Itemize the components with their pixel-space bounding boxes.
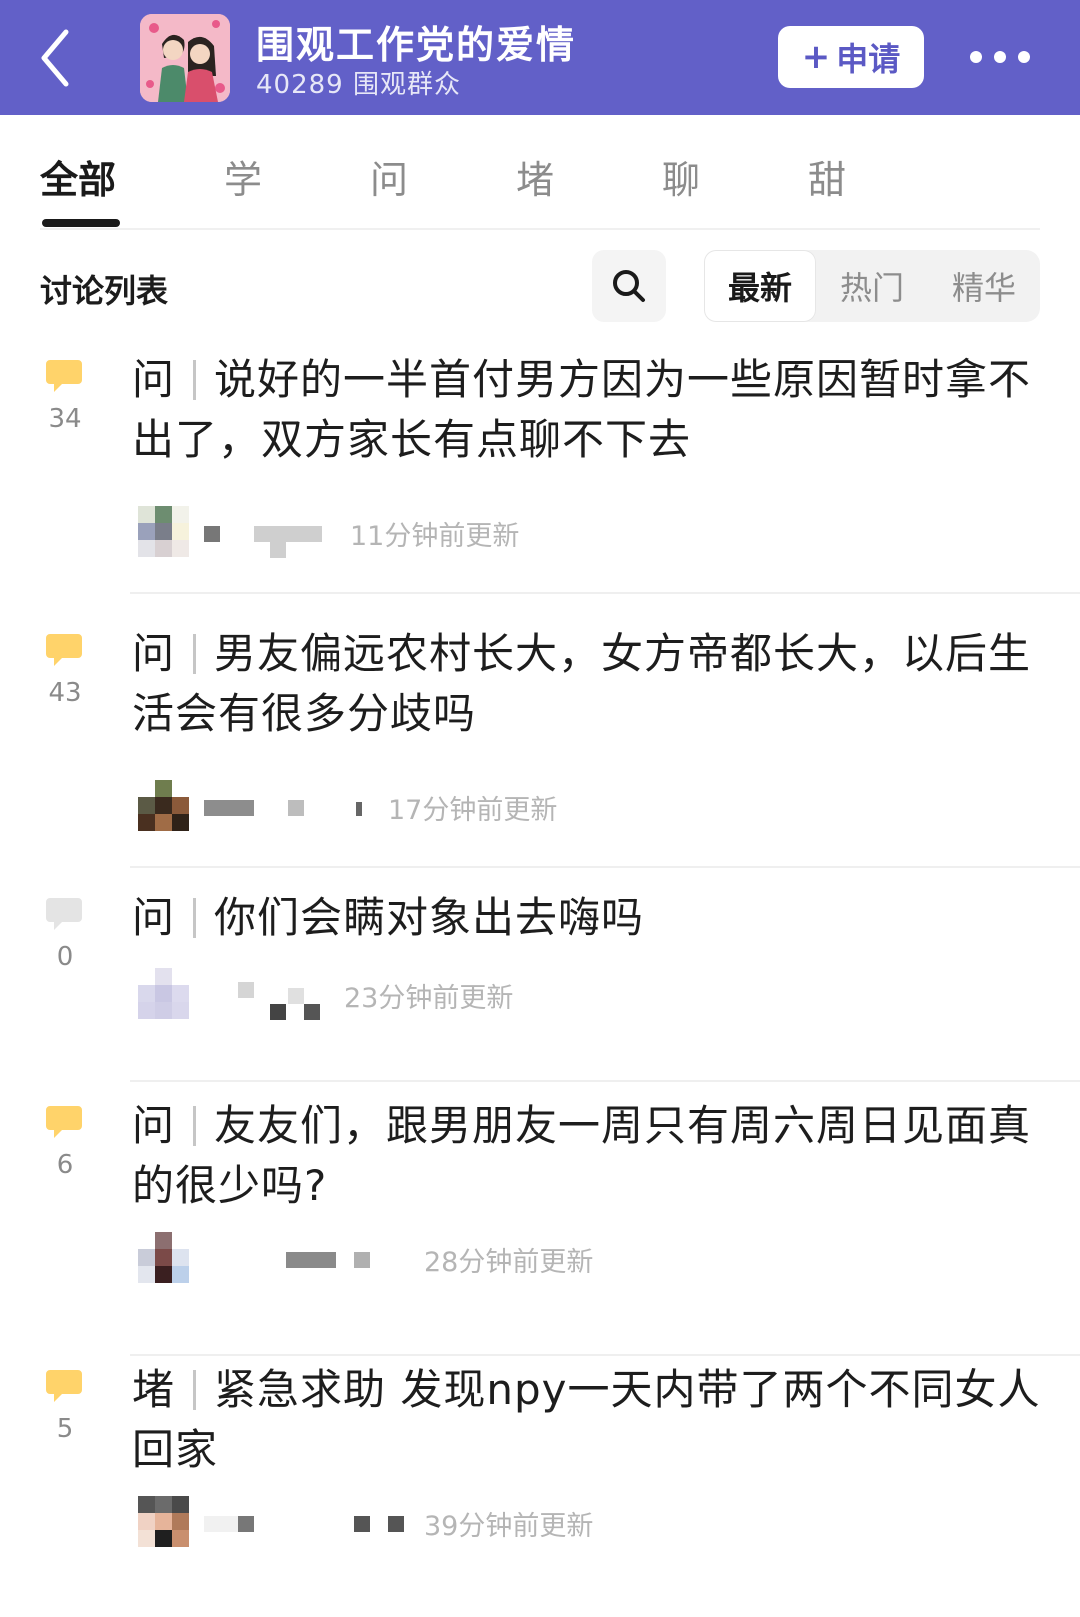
username-blurred <box>356 802 362 816</box>
comment-bubble-icon <box>46 634 82 666</box>
app-page: 围观工作党的爱情 40289 围观群众 + 申请 全部 学 问 堵 聊 甜 讨论… <box>0 0 1080 1617</box>
group-title: 围观工作党的爱情 <box>256 23 577 67</box>
update-time: 17分钟前更新 <box>388 795 558 826</box>
post-category: 问 <box>132 629 176 678</box>
username-blurred <box>354 1516 370 1532</box>
divider <box>40 228 1040 230</box>
plus-icon: + <box>801 37 831 77</box>
category-separator <box>193 634 197 674</box>
post-title[interactable]: 堵紧急求助 发现npy一天内带了两个不同女人回家 <box>132 1360 1052 1480</box>
username-blurred <box>204 800 254 816</box>
group-header: 围观工作党的爱情 40289 围观群众 + 申请 <box>0 0 1080 115</box>
update-time: 23分钟前更新 <box>344 983 514 1014</box>
group-avatar[interactable] <box>140 14 230 102</box>
comment-bubble-icon <box>46 898 82 930</box>
divider <box>130 592 1080 594</box>
post-title-text: 你们会瞒对象出去嗨吗 <box>214 893 645 942</box>
tab-sweet[interactable]: 甜 <box>808 149 846 204</box>
update-time: 11分钟前更新 <box>350 521 520 552</box>
divider <box>130 866 1080 868</box>
category-tabs: 全部 学 问 堵 聊 甜 <box>0 115 1080 230</box>
username-blurred <box>238 1516 254 1532</box>
sort-hot[interactable]: 热门 <box>816 250 928 322</box>
username-blurred <box>304 1004 320 1020</box>
apply-button[interactable]: + 申请 <box>778 26 924 88</box>
sort-latest[interactable]: 最新 <box>704 250 816 322</box>
post-category: 问 <box>132 893 176 942</box>
post-meta: 17分钟前更新 <box>138 780 1038 832</box>
category-separator <box>193 360 197 400</box>
username-blurred <box>388 1516 404 1532</box>
comment-bubble-icon <box>46 1106 82 1138</box>
sort-selector: 最新 热门 精华 <box>704 250 1040 322</box>
category-separator <box>193 1370 197 1410</box>
couple-illustration-icon <box>140 14 230 102</box>
post-title[interactable]: 问男友偏远农村长大，女方帝都长大，以后生活会有很多分歧吗 <box>132 624 1052 744</box>
search-button[interactable] <box>592 250 666 322</box>
category-separator <box>193 1106 197 1146</box>
divider <box>130 1354 1080 1356</box>
reply-count: 34 <box>48 404 82 434</box>
member-count: 40289 围观群众 <box>256 70 461 100</box>
reply-count: 0 <box>56 942 74 972</box>
post-meta: 28分钟前更新 <box>138 1232 1038 1284</box>
user-avatar[interactable] <box>138 968 190 1020</box>
post-category: 堵 <box>132 1365 176 1414</box>
username-blurred <box>270 1004 286 1020</box>
update-time: 39分钟前更新 <box>424 1511 594 1542</box>
post-title[interactable]: 问友友们，跟男朋友一周只有周六周日见面真的很少吗? <box>132 1096 1052 1216</box>
chevron-left-icon <box>41 29 69 87</box>
username-blurred <box>254 526 322 542</box>
back-button[interactable] <box>34 22 82 94</box>
more-dot <box>1018 51 1030 63</box>
post-category: 问 <box>132 1101 176 1150</box>
post-category: 问 <box>132 355 176 404</box>
post-title-text: 紧急求助 发现npy一天内带了两个不同女人回家 <box>132 1365 1041 1474</box>
user-avatar[interactable] <box>138 1496 190 1548</box>
reply-count: 43 <box>48 678 82 708</box>
tab-all[interactable]: 全部 <box>40 149 116 204</box>
post-title-text: 男友偏远农村长大，女方帝都长大，以后生活会有很多分歧吗 <box>132 629 1032 738</box>
username-blurred <box>288 800 304 816</box>
post-title-text: 说好的一半首付男方因为一些原因暂时拿不出了，双方家长有点聊不下去 <box>132 355 1032 464</box>
post-meta: 11分钟前更新 <box>138 506 1038 558</box>
username-blurred <box>204 526 220 542</box>
username-blurred <box>286 1252 336 1268</box>
sort-featured[interactable]: 精华 <box>928 250 1040 322</box>
username-blurred <box>354 1252 370 1268</box>
comment-bubble-icon <box>46 1370 82 1402</box>
more-dot <box>994 51 1006 63</box>
discussion-list-title: 讨论列表 <box>40 272 169 310</box>
tab-ask[interactable]: 问 <box>370 149 408 204</box>
post-meta: 39分钟前更新 <box>138 1496 1038 1548</box>
post-meta: 23分钟前更新 <box>138 968 1038 1020</box>
apply-button-label: 申请 <box>836 40 901 78</box>
post-title[interactable]: 问说好的一半首付男方因为一些原因暂时拿不出了，双方家长有点聊不下去 <box>132 350 1052 470</box>
user-avatar[interactable] <box>138 506 190 558</box>
user-avatar[interactable] <box>138 1232 190 1284</box>
tab-chat[interactable]: 聊 <box>662 149 700 204</box>
username-blurred <box>270 542 286 558</box>
username-blurred <box>238 982 254 998</box>
active-tab-indicator <box>42 219 120 227</box>
reply-count: 6 <box>56 1150 74 1180</box>
user-avatar[interactable] <box>138 780 190 832</box>
post-title[interactable]: 问你们会瞒对象出去嗨吗 <box>132 888 1052 948</box>
tab-study[interactable]: 学 <box>224 149 262 204</box>
more-button[interactable] <box>970 42 1060 72</box>
post-title-text: 友友们，跟男朋友一周只有周六周日见面真的很少吗? <box>132 1101 1032 1210</box>
category-separator <box>193 898 197 938</box>
comment-bubble-icon <box>46 360 82 392</box>
more-dot <box>970 51 982 63</box>
update-time: 28分钟前更新 <box>424 1247 594 1278</box>
reply-count: 5 <box>56 1414 74 1444</box>
search-icon <box>613 270 645 302</box>
username-blurred <box>288 988 304 1004</box>
divider <box>130 1080 1080 1082</box>
tab-blocked[interactable]: 堵 <box>516 149 554 204</box>
